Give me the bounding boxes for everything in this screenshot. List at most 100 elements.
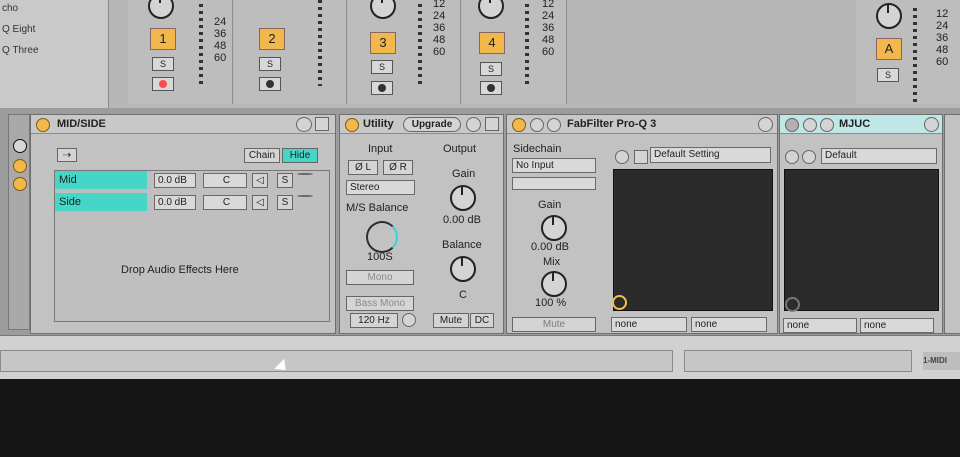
track-activator-button[interactable]: 4 — [479, 32, 505, 54]
ms-balance-knob[interactable] — [366, 221, 398, 253]
device-on-icon[interactable] — [36, 118, 50, 132]
device-mjuc: MJUC Default none none — [779, 114, 943, 334]
meter-dots — [199, 4, 203, 86]
send-item[interactable]: Q Three — [2, 45, 39, 56]
solo-button[interactable]: S — [259, 57, 281, 71]
record-arm-button[interactable] — [259, 77, 281, 91]
meter-dots — [318, 0, 322, 86]
wrench-icon[interactable] — [820, 118, 834, 132]
send-list: cho Q Eight Q Three — [0, 0, 109, 108]
bass-frequency-field[interactable]: 120 Hz — [350, 313, 398, 328]
save-preset-icon[interactable] — [802, 150, 816, 164]
mix-value: 100 % — [535, 297, 567, 309]
solo-button[interactable]: S — [877, 68, 899, 82]
device-title: MID/SIDE — [57, 118, 106, 130]
chain-row-side[interactable]: Side — [55, 193, 147, 211]
speaker-icon[interactable]: ◁ — [252, 195, 268, 210]
sidechain-source-select[interactable] — [512, 177, 596, 190]
phase-left-button[interactable]: Ø L — [348, 160, 378, 175]
dc-button[interactable]: DC — [470, 313, 494, 328]
rack-on-icon[interactable] — [13, 159, 27, 173]
solo-button[interactable]: S — [277, 195, 293, 210]
gain-knob[interactable] — [450, 185, 476, 211]
device-on-icon[interactable] — [345, 118, 359, 132]
chain-row-mid[interactable]: Mid — [55, 171, 147, 189]
speaker-icon[interactable]: ◁ — [252, 173, 268, 188]
mute-button[interactable]: Mute — [433, 313, 469, 328]
record-arm-button[interactable] — [480, 81, 502, 95]
status-text-field[interactable] — [0, 350, 673, 372]
expand-icon[interactable] — [530, 118, 544, 132]
parameter-select[interactable]: none — [611, 317, 687, 332]
hot-swap-icon[interactable] — [466, 117, 481, 132]
balance-value: C — [459, 289, 467, 301]
chain-pan[interactable]: C — [203, 173, 247, 188]
hide-button[interactable]: Hide — [282, 148, 318, 163]
save-preset-icon[interactable] — [634, 150, 648, 164]
track-activator-button[interactable]: 1 — [150, 28, 176, 50]
parameter-select[interactable]: none — [783, 318, 857, 333]
mute-button[interactable]: Mute — [512, 317, 596, 332]
chain-pan[interactable]: C — [203, 195, 247, 210]
balance-knob[interactable] — [450, 256, 476, 282]
device-on-icon[interactable] — [512, 118, 526, 132]
channel-mode-select[interactable]: Stereo — [346, 180, 415, 195]
rack-controls — [8, 114, 30, 330]
upgrade-button[interactable]: Upgrade — [403, 117, 461, 132]
return-track-button[interactable]: A — [876, 38, 902, 60]
plugin-edit-icon[interactable] — [612, 295, 627, 310]
wrench-icon[interactable] — [547, 118, 561, 132]
send-item[interactable]: cho — [2, 3, 18, 14]
bass-headphone-icon[interactable] — [402, 313, 416, 327]
parameter-select[interactable]: none — [860, 318, 934, 333]
solo-button[interactable]: S — [480, 62, 502, 76]
solo-button[interactable]: S — [277, 173, 293, 188]
rack-macro-icon[interactable] — [13, 139, 27, 153]
parameter-select[interactable]: none — [691, 317, 767, 332]
record-arm-button[interactable] — [371, 81, 393, 95]
save-icon[interactable] — [485, 117, 499, 131]
plugin-edit-icon[interactable] — [785, 297, 800, 312]
sidechain-label: Sidechain — [513, 143, 562, 155]
hot-swap-icon[interactable] — [296, 117, 312, 132]
device-title: MJUC — [839, 118, 871, 130]
track-activator-button[interactable]: 2 — [259, 28, 285, 50]
plugin-gain-knob[interactable] — [541, 215, 567, 241]
plugin-gain-label: Gain — [538, 199, 562, 211]
mono-button[interactable]: Mono — [346, 270, 414, 285]
chain-hot-swap-icon[interactable] — [297, 173, 313, 175]
plugin-window-icon[interactable] — [615, 150, 629, 164]
meter-scale: 12 24 36 48 60 — [936, 8, 949, 68]
plugin-display[interactable] — [784, 169, 939, 311]
expand-icon[interactable] — [803, 118, 817, 132]
device-on-icon[interactable] — [785, 118, 799, 132]
bass-mono-button[interactable]: Bass Mono — [346, 296, 414, 311]
status-info-field[interactable] — [684, 350, 912, 372]
plugin-window-icon[interactable] — [785, 150, 799, 164]
rack-show-icon[interactable] — [13, 177, 27, 191]
phase-right-button[interactable]: Ø R — [383, 160, 413, 175]
preset-field[interactable]: Default Setting — [650, 147, 771, 163]
chain-volume[interactable]: 0.0 dB — [154, 173, 196, 188]
pan-knob[interactable] — [876, 3, 902, 29]
screen-bezel — [0, 379, 960, 457]
meter-dots — [913, 8, 917, 102]
save-icon[interactable] — [315, 117, 329, 131]
chain-hot-swap-icon[interactable] — [297, 195, 313, 197]
device-title: Utility — [363, 118, 394, 130]
sidechain-input-select[interactable]: No Input — [512, 158, 596, 173]
send-item[interactable]: Q Eight — [2, 24, 35, 35]
plugin-display[interactable] — [613, 169, 773, 311]
record-arm-button[interactable] — [152, 77, 174, 91]
hot-swap-icon[interactable] — [924, 117, 939, 132]
hot-swap-icon[interactable] — [758, 117, 773, 132]
chain-volume[interactable]: 0.0 dB — [154, 195, 196, 210]
preset-field[interactable]: Default — [821, 148, 937, 164]
chain-list-icon[interactable]: ⇢ — [57, 148, 77, 162]
record-icon — [487, 84, 495, 92]
chain-button[interactable]: Chain — [244, 148, 280, 163]
solo-button[interactable]: S — [371, 60, 393, 74]
track-activator-button[interactable]: 3 — [370, 32, 396, 54]
mix-knob[interactable] — [541, 271, 567, 297]
solo-button[interactable]: S — [152, 57, 174, 71]
